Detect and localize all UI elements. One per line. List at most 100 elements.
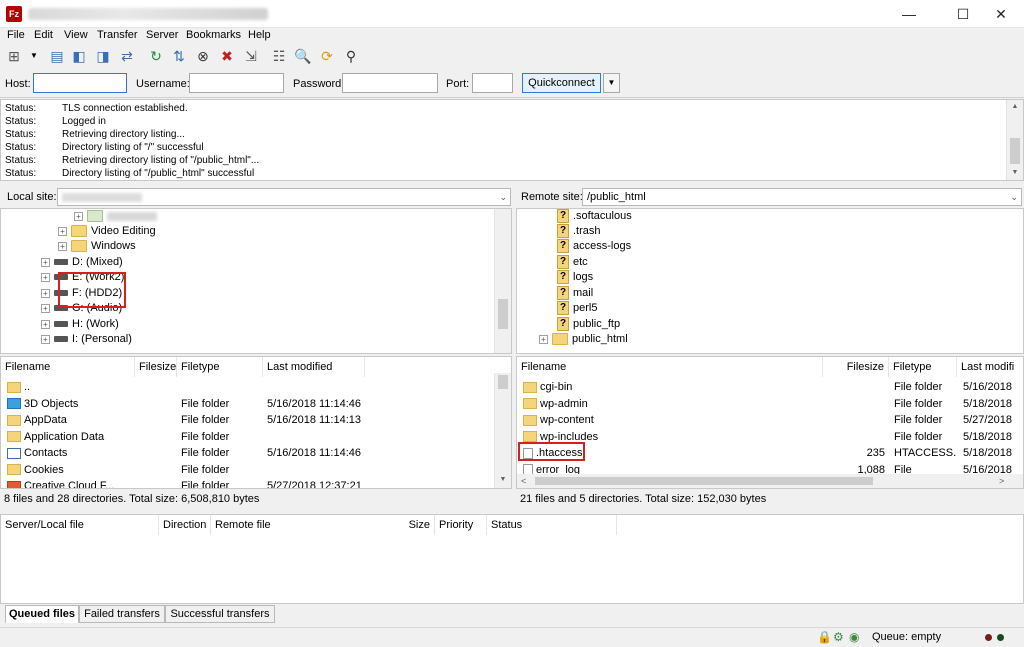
directory-filter-icon[interactable]: ☷ xyxy=(270,47,288,65)
table-row[interactable]: Cookies File folder xyxy=(1,462,511,478)
menu-server[interactable]: Server xyxy=(146,29,178,41)
port-input[interactable] xyxy=(472,73,513,93)
tree-item[interactable]: ? mail xyxy=(557,286,593,301)
table-row[interactable]: Contacts File folder 5/16/2018 11:14:46 xyxy=(1,445,511,461)
queue-column-direction[interactable]: Direction xyxy=(159,515,211,535)
table-row[interactable]: Creative Cloud F... File folder 5/27/2018 … xyxy=(1,478,511,488)
scroll-right-icon[interactable]: > xyxy=(999,474,1004,488)
tree-item[interactable]: + Video Editing xyxy=(58,224,156,239)
table-row[interactable]: .. xyxy=(1,379,511,395)
table-row[interactable]: wp-admin File folder 5/18/2018 xyxy=(517,396,1023,412)
queue-column-size[interactable]: Size xyxy=(381,515,435,535)
tree-item[interactable]: + I: (Personal) xyxy=(41,332,132,347)
column-filesize[interactable]: Filesize xyxy=(823,357,889,377)
chevron-down-icon[interactable]: ⌄ xyxy=(499,189,507,205)
column-filesize[interactable]: Filesize xyxy=(135,357,177,377)
table-row[interactable]: Application Data File folder xyxy=(1,429,511,445)
tree-item[interactable]: ? access-logs xyxy=(557,239,631,254)
tree-item[interactable]: ? .trash xyxy=(557,224,601,239)
column-filetype[interactable]: Filetype xyxy=(177,357,263,377)
process-queue-icon[interactable]: ⇅ xyxy=(170,47,188,65)
cancel-operation-icon[interactable]: ⊗ xyxy=(194,47,212,65)
local-file-list[interactable]: Filename Filesize Filetype Last modified… xyxy=(0,356,512,489)
cell-filename: .. xyxy=(7,379,135,395)
reconnect-icon[interactable]: ⇲ xyxy=(242,47,260,65)
remote-tree[interactable]: ? .softaculous ? .trash ? access-logs ? etc … xyxy=(516,208,1024,354)
toggle-message-log-icon[interactable]: ▤ xyxy=(48,47,66,65)
refresh-icon[interactable]: ↻ xyxy=(147,47,165,65)
scroll-up-icon[interactable]: ▲ xyxy=(1007,100,1023,114)
transfer-queue[interactable]: Server/Local file Direction Remote file … xyxy=(0,514,1024,604)
search-binoculars-icon[interactable]: ⚲ xyxy=(342,47,360,65)
queue-column-server-local-file[interactable]: Server/Local file xyxy=(1,515,159,535)
menu-bookmarks[interactable]: Bookmarks xyxy=(186,29,241,41)
table-row[interactable]: .htaccess 235 HTACCESS... 5/18/2018 xyxy=(517,445,1023,461)
tree-item[interactable]: + public_html xyxy=(539,332,628,347)
close-button[interactable]: ✕ xyxy=(978,0,1024,28)
remote-horizontal-scrollbar[interactable]: < > xyxy=(517,474,1023,488)
local-path-blurred xyxy=(62,192,142,202)
tree-item[interactable]: + Windows xyxy=(58,239,136,254)
tab-queued-files[interactable]: Queued files xyxy=(5,605,79,623)
tab-successful-transfers[interactable]: Successful transfers xyxy=(165,605,275,623)
scroll-left-icon[interactable]: < xyxy=(521,474,526,488)
scroll-down-icon[interactable]: ▼ xyxy=(1007,166,1023,180)
table-row[interactable]: 3D Objects File folder 5/16/2018 11:14:46 xyxy=(1,396,511,412)
minimize-button[interactable]: — xyxy=(886,0,932,28)
tree-item[interactable]: ? public_ftp xyxy=(557,317,620,332)
table-row[interactable]: cgi-bin File folder 5/16/2018 xyxy=(517,379,1023,395)
menu-edit[interactable]: Edit xyxy=(34,29,53,41)
site-manager-dropdown-icon[interactable]: ▼ xyxy=(25,47,43,65)
site-manager-icon[interactable]: ⊞ xyxy=(5,47,23,65)
column-filename[interactable]: Filename xyxy=(1,357,135,377)
scroll-down-icon[interactable]: ▼ xyxy=(495,473,511,487)
column-filename[interactable]: Filename xyxy=(517,357,823,377)
local-tree-scrollbar[interactable] xyxy=(494,209,511,353)
menu-view[interactable]: View xyxy=(64,29,88,41)
table-row[interactable]: wp-content File folder 5/27/2018 xyxy=(517,412,1023,428)
host-input[interactable] xyxy=(33,73,127,93)
tree-item[interactable]: ? logs xyxy=(557,270,593,285)
scroll-thumb[interactable] xyxy=(535,477,873,485)
column-last-modified[interactable]: Last modified xyxy=(263,357,365,377)
tree-item[interactable]: + xyxy=(74,209,157,224)
menu-transfer[interactable]: Transfer xyxy=(97,29,138,41)
queue-column-priority[interactable]: Priority xyxy=(435,515,487,535)
tree-item[interactable]: ? .softaculous xyxy=(557,209,632,224)
tree-item[interactable]: ? perl5 xyxy=(557,301,597,316)
table-row[interactable]: wp-includes File folder 5/18/2018 xyxy=(517,429,1023,445)
tree-item[interactable]: + D: (Mixed) xyxy=(41,255,123,270)
local-list-scrollbar[interactable]: ▼ xyxy=(494,373,511,488)
scroll-thumb[interactable] xyxy=(498,299,508,329)
table-row[interactable]: AppData File folder 5/16/2018 11:14:13 xyxy=(1,412,511,428)
toggle-remote-tree-icon[interactable]: ◨ xyxy=(94,47,112,65)
username-input[interactable] xyxy=(189,73,284,93)
local-site-path[interactable]: ⌄ xyxy=(57,188,511,206)
log-scrollbar[interactable]: ▲ ▼ xyxy=(1006,100,1023,180)
tree-item[interactable]: ? etc xyxy=(557,255,588,270)
toggle-local-tree-icon[interactable]: ◧ xyxy=(70,47,88,65)
menu-help[interactable]: Help xyxy=(248,29,271,41)
tree-item[interactable]: + H: (Work) xyxy=(41,317,119,332)
chevron-down-icon[interactable]: ⌄ xyxy=(1010,189,1018,205)
scroll-thumb[interactable] xyxy=(498,375,508,389)
quickconnect-dropdown-icon[interactable]: ▼ xyxy=(603,73,620,93)
sync-browsing-icon[interactable]: ⟳ xyxy=(318,47,336,65)
toggle-queue-icon[interactable]: ⇄ xyxy=(118,47,136,65)
remote-file-list[interactable]: Filename Filesize Filetype Last modifi c… xyxy=(516,356,1024,489)
password-input[interactable] xyxy=(342,73,438,93)
column-filetype[interactable]: Filetype xyxy=(889,357,957,377)
remote-site-path[interactable]: /public_html ⌄ xyxy=(582,188,1022,206)
compare-icon[interactable]: 🔍 xyxy=(294,47,312,65)
tab-failed-transfers[interactable]: Failed transfers xyxy=(79,605,165,623)
disconnect-icon[interactable]: ✖ xyxy=(218,47,236,65)
column-last-modified[interactable]: Last modifi xyxy=(957,357,1023,377)
message-log[interactable]: Status: TLS connection established. Statu… xyxy=(0,99,1024,181)
username-label: Username: xyxy=(136,78,190,90)
queue-column-status[interactable]: Status xyxy=(487,515,617,535)
cell-filetype: File folder xyxy=(181,463,230,476)
scroll-thumb[interactable] xyxy=(1010,138,1020,164)
cell-filetype: File folder xyxy=(181,430,230,443)
menu-file[interactable]: File xyxy=(7,29,25,41)
quickconnect-button[interactable]: Quickconnect xyxy=(522,73,601,93)
